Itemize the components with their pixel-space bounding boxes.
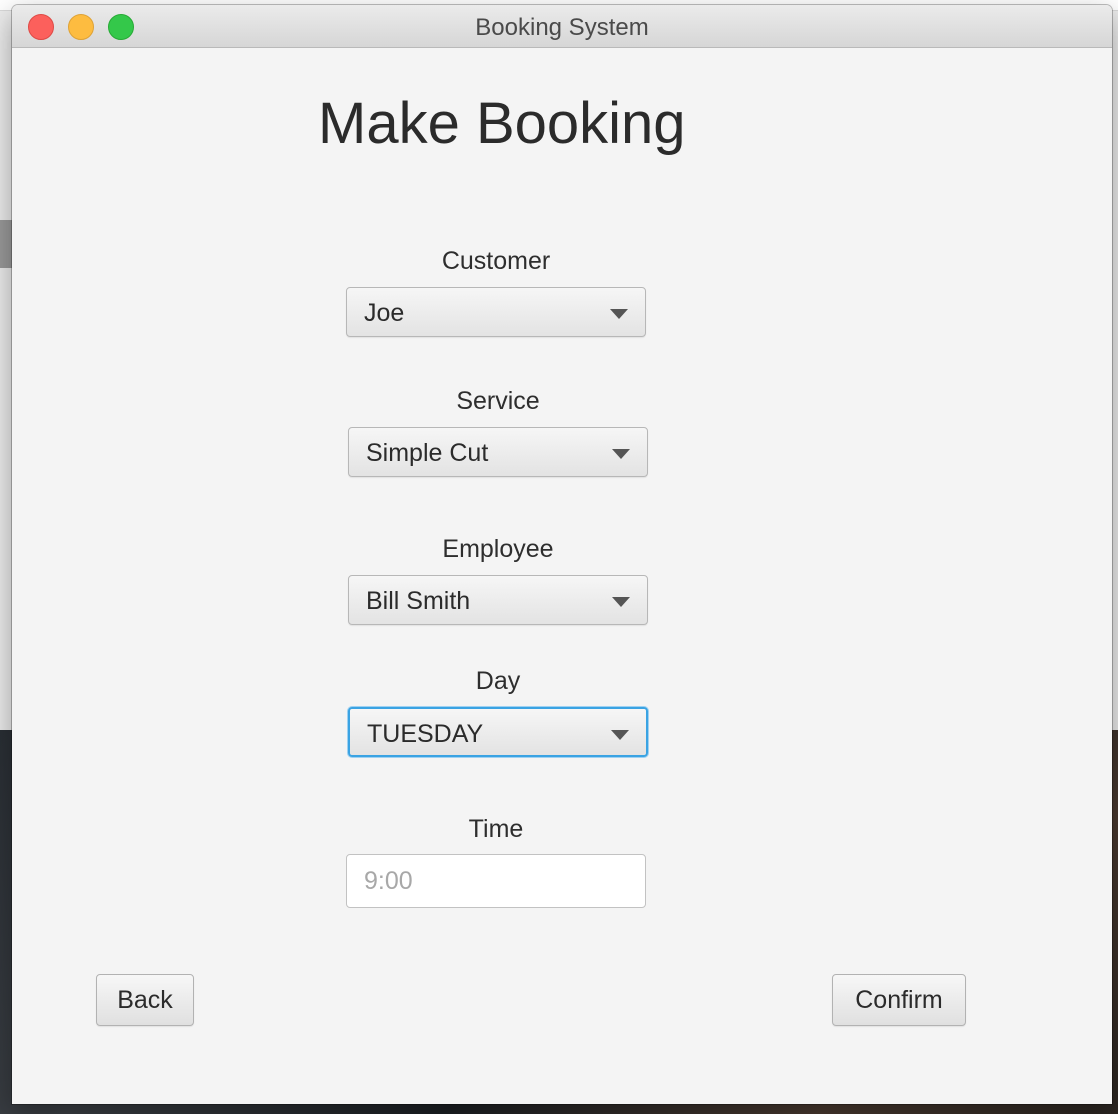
time-input[interactable] (346, 854, 646, 908)
chevron-down-icon (610, 309, 628, 319)
employee-combo[interactable]: Bill Smith (348, 575, 648, 625)
customer-label: Customer (441, 247, 551, 275)
time-label: Time (468, 815, 524, 843)
day-combo[interactable]: TUESDAY (348, 707, 648, 757)
page-title: Make Booking (318, 91, 686, 156)
service-combo[interactable]: Simple Cut (348, 427, 648, 477)
employee-label: Employee (442, 535, 554, 563)
window-title: Booking System (475, 14, 649, 41)
day-label: Day (475, 667, 521, 695)
customer-combo-value: Joe (364, 299, 405, 327)
booking-window: Booking System Make Booking Customer Joe… (12, 5, 1112, 1104)
chevron-down-icon (612, 449, 630, 459)
customer-combo[interactable]: Joe (346, 287, 646, 337)
confirm-button[interactable]: Confirm (832, 974, 966, 1026)
title-bar[interactable]: Booking System (12, 5, 1112, 48)
background-scrollbar (0, 220, 12, 268)
day-combo-value: TUESDAY (367, 720, 484, 748)
back-button[interactable]: Back (96, 974, 194, 1026)
chevron-down-icon (612, 597, 630, 607)
chevron-down-icon (611, 730, 629, 740)
employee-combo-value: Bill Smith (366, 587, 471, 615)
service-label: Service (456, 387, 540, 415)
service-combo-value: Simple Cut (366, 439, 489, 467)
